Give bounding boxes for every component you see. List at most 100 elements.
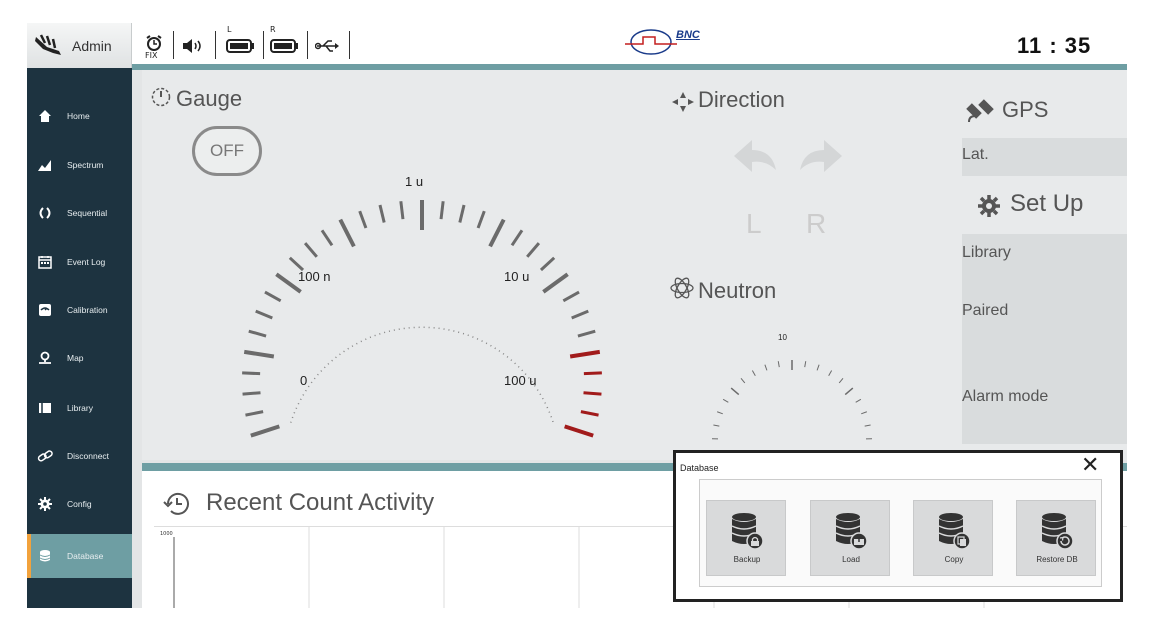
neutron-tick — [816, 364, 820, 371]
gauge-tick — [399, 201, 405, 220]
sidebar-item-library[interactable]: Library — [27, 386, 132, 430]
gauge-tick — [242, 371, 261, 376]
gps-lat-row: Lat. — [962, 138, 1127, 176]
calendar-icon — [37, 254, 53, 270]
library-icon — [37, 400, 53, 416]
load-button[interactable]: Load — [810, 500, 890, 576]
map-pin-icon — [37, 350, 53, 366]
database-restore-icon — [1041, 513, 1074, 550]
backup-label: Backup — [733, 555, 761, 564]
gauge-label-100u: 100 u — [504, 373, 537, 388]
neutron-tick — [804, 361, 807, 368]
gauge-label-1u: 1 u — [405, 174, 424, 189]
restore-db-button[interactable]: Restore DB — [1016, 500, 1096, 576]
user-label: Admin — [72, 38, 112, 54]
setup-gear-icon — [978, 195, 1000, 217]
speaker-icon[interactable] — [179, 29, 209, 63]
sidebar-item-event-log[interactable]: Event Log — [27, 240, 132, 284]
neutron-tick — [844, 387, 854, 396]
gauge-icon — [151, 87, 171, 107]
separator — [307, 31, 308, 59]
gauge-tick — [264, 290, 282, 303]
sidebar-item-label: Event Log — [67, 257, 106, 267]
gauge-tick — [245, 410, 264, 417]
sidebar-item-label: Map — [67, 353, 84, 363]
restore-db-label: Restore DB — [1036, 555, 1078, 564]
gauge-tick — [320, 229, 334, 247]
separator — [215, 31, 216, 59]
sidebar-item-label: Calibration — [67, 305, 108, 315]
neutron-tick — [740, 378, 746, 384]
left-battery-icon — [223, 29, 257, 63]
neutron-tick — [713, 424, 720, 427]
top-bar: Admin FIX L R BNC 11 : 35 — [27, 23, 1127, 70]
link-icon — [37, 448, 53, 464]
gauge-tick — [580, 410, 599, 417]
gauge-tick — [243, 349, 275, 359]
sidebar-item-label: Disconnect — [67, 451, 110, 461]
clock: 11 : 35 — [1017, 33, 1092, 58]
sidebar-item-map[interactable]: Map — [27, 336, 132, 380]
direction-right-label: R — [806, 208, 827, 239]
backup-button[interactable]: Backup — [706, 500, 786, 576]
sidebar-item-config[interactable]: Config — [27, 482, 132, 526]
close-icon[interactable]: ✕ — [1081, 455, 1099, 477]
gauge-tick — [275, 272, 302, 294]
home-icon — [37, 108, 53, 124]
user-icon — [35, 34, 61, 55]
setup-alarm-mode-label[interactable]: Alarm mode — [962, 388, 1048, 406]
sidebar-item-label: Library — [67, 403, 93, 413]
gauge-tick — [564, 424, 594, 438]
gauge-tick — [583, 391, 602, 396]
gps-lat-label: Lat. — [962, 146, 989, 163]
load-label: Load — [842, 555, 860, 564]
separator — [263, 31, 264, 59]
status-side-panel: GPS Lat. Set Up Library Paired Alarm mod… — [962, 70, 1127, 460]
sidebar-item-sequential[interactable]: Sequential — [27, 191, 132, 235]
recent-activity-title: Recent Count Activity — [206, 489, 435, 516]
separator — [349, 31, 350, 59]
gauge-tick — [303, 242, 318, 258]
setup-library-label[interactable]: Library — [962, 244, 1011, 262]
sidebar-item-spectrum[interactable]: Spectrum — [27, 143, 132, 187]
gauge-tick — [488, 218, 506, 248]
neutron-tick — [864, 424, 871, 427]
database-lock-icon — [731, 513, 764, 550]
database-icon — [37, 548, 53, 564]
neutron-tick — [716, 411, 723, 415]
neutron-tick — [722, 398, 729, 403]
neutron-label-10: 10 — [778, 333, 787, 342]
satellite-icon — [966, 99, 994, 123]
gauge-tick — [358, 210, 368, 229]
gauge-panel: Gauge OFF 0 100 n 1 u 10 u 100 u Directi… — [142, 70, 962, 460]
neutron-tick — [730, 387, 740, 396]
gauge-label-10u: 10 u — [504, 269, 530, 284]
sidebar-item-disconnect[interactable]: Disconnect — [27, 434, 132, 478]
database-copy-icon — [938, 513, 971, 550]
history-icon — [163, 492, 189, 515]
setup-paired-label[interactable]: Paired — [962, 302, 1008, 320]
gps-title: GPS — [1002, 97, 1049, 122]
sidebar-item-label: Sequential — [67, 208, 108, 218]
copy-label: Copy — [944, 555, 964, 564]
separator — [173, 31, 174, 59]
gauge-tick — [458, 204, 466, 223]
sidebar-item-database[interactable]: Database — [27, 534, 132, 578]
sidebar-item-calibration[interactable]: Calibration — [27, 288, 132, 332]
sidebar-item-home[interactable]: Home — [27, 94, 132, 138]
user-menu[interactable]: Admin — [27, 23, 132, 68]
gear-icon — [37, 496, 53, 512]
app-window: Admin FIX L R BNC 11 : 35 Home Spectrum … — [27, 23, 1127, 608]
neutron-tick — [751, 370, 756, 376]
neutron-tick — [861, 411, 868, 415]
gauge-tick — [255, 309, 273, 320]
neutron-title: Neutron — [698, 278, 777, 303]
neutron-tick — [764, 364, 768, 371]
direction-icon — [672, 92, 694, 112]
gauge-label-0: 0 — [300, 373, 308, 388]
copy-button[interactable]: Copy — [913, 500, 993, 576]
gauge-tick — [242, 391, 261, 396]
usb-icon — [313, 29, 343, 63]
gauge-tick — [577, 329, 596, 338]
neutron-tick — [855, 398, 862, 403]
